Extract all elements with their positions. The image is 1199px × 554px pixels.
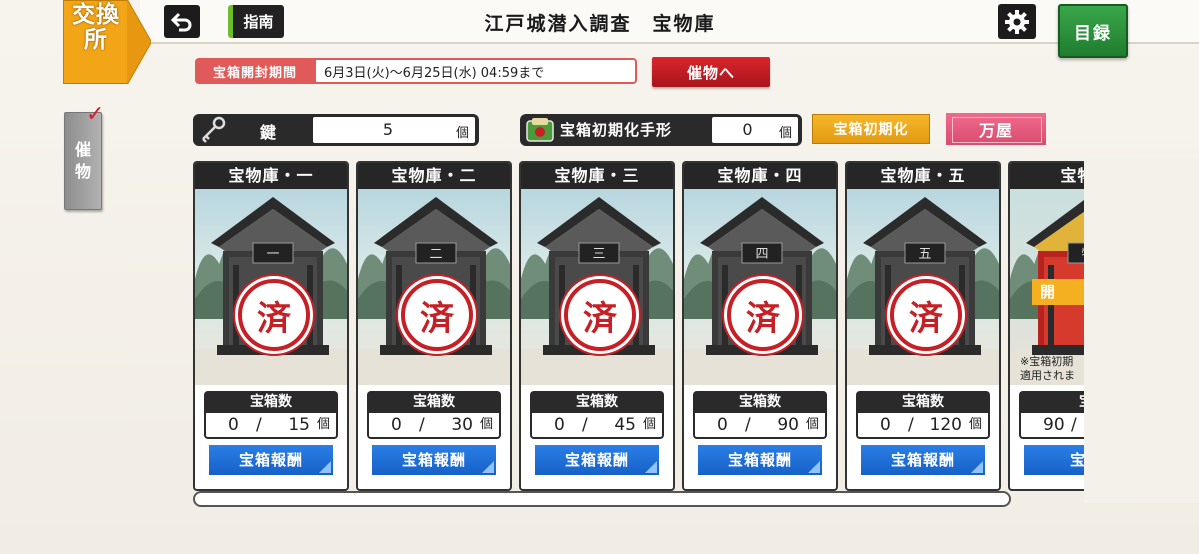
chest-count-label: 宝箱数 xyxy=(204,391,338,413)
chest-current: 90 xyxy=(1043,415,1065,435)
vault-scene: 二 済 xyxy=(358,189,510,385)
vault-scene: 一 済 xyxy=(195,189,347,385)
chest-reward-button[interactable]: 宝箱報酬 xyxy=(698,445,822,475)
vault-scrollbar[interactable] xyxy=(193,491,1011,507)
vault-note: ※宝箱初期 適用されま xyxy=(1020,355,1075,382)
chest-count-label: 宝箱数 xyxy=(693,391,827,413)
chest-current: 0 xyxy=(228,415,239,435)
vault-card-3: 宝物庫・三 三 済 宝箱数 0 / 45 個 宝箱報酬 xyxy=(519,161,675,491)
chest-reward-button[interactable]: 宝箱報酬 xyxy=(535,445,659,475)
chest-total: 30 xyxy=(451,415,473,435)
settings-button[interactable] xyxy=(998,4,1036,39)
vault-title: 宝物庫・五 xyxy=(847,163,999,189)
gear-icon xyxy=(1005,9,1029,34)
back-arrow-icon xyxy=(171,12,192,31)
svg-text:四: 四 xyxy=(755,247,768,262)
chest-total: 45 xyxy=(614,415,636,435)
chest-current: 0 xyxy=(880,415,891,435)
key-label: 鍵 xyxy=(260,123,277,142)
svg-text:三: 三 xyxy=(592,247,605,262)
exchange-label: 交換所 xyxy=(72,1,120,53)
ticket-unit: 個 xyxy=(779,126,793,141)
period-label: 宝箱開封期間 xyxy=(195,58,315,84)
completed-stamp: 済 xyxy=(564,279,636,351)
check-icon: ✓ xyxy=(86,102,105,127)
chest-count-label: 宝箱数 xyxy=(856,391,990,413)
vault-card-6: 宝物庫 特 開※宝箱初期 適用されま 宝 90 xyxy=(1008,161,1084,491)
chest-reward-button[interactable]: 宝箱 xyxy=(1024,445,1084,475)
chest-unit: 個 xyxy=(479,417,493,432)
vault-card-1: 宝物庫・一 一 済 宝箱数 0 / 15 個 宝箱報酬 xyxy=(193,161,349,491)
chest-total: 90 xyxy=(777,415,799,435)
chest-count: 0 / 30 個 xyxy=(367,413,501,439)
goto-event-button[interactable]: 催物へ xyxy=(652,57,770,87)
chest-count: 0 / 45 個 xyxy=(530,413,664,439)
vault-open-label: 開 xyxy=(1032,279,1084,305)
vault-card-5: 宝物庫・五 五 済 宝箱数 0 / 120 個 宝箱報酬 xyxy=(845,161,1001,491)
period-value: 6月3日(火)〜6月25日(水) 04:59まで xyxy=(314,58,637,84)
completed-stamp: 済 xyxy=(401,279,473,351)
chest-count-label: 宝 xyxy=(1019,391,1084,413)
chest-count: 0 / 15 個 xyxy=(204,413,338,439)
chest-current: 0 xyxy=(391,415,402,435)
chest-separator: / xyxy=(1071,415,1077,435)
vault-scene: 特 開※宝箱初期 適用されま xyxy=(1010,189,1084,385)
chest-count: 90 / xyxy=(1019,413,1084,439)
chest-reward-button[interactable]: 宝箱報酬 xyxy=(861,445,985,475)
shop-label: 万屋 xyxy=(978,121,1013,140)
key-value: 5 xyxy=(382,120,394,139)
page-title: 江戸城潜入調査 宝物庫 xyxy=(484,13,716,35)
svg-text:五: 五 xyxy=(918,247,931,262)
key-icon xyxy=(202,116,226,143)
back-button[interactable] xyxy=(164,5,200,38)
chest-separator: / xyxy=(908,415,914,435)
vault-scene: 三 済 xyxy=(521,189,673,385)
chest-reward-button[interactable]: 宝箱報酬 xyxy=(372,445,496,475)
chest-count: 0 / 120 個 xyxy=(856,413,990,439)
chest-unit: 個 xyxy=(968,417,982,432)
key-unit: 個 xyxy=(456,126,470,141)
svg-text:二: 二 xyxy=(429,247,442,262)
completed-stamp: 済 xyxy=(890,279,962,351)
vault-title: 宝物庫・二 xyxy=(358,163,510,189)
vault-title: 宝物庫・三 xyxy=(521,163,673,189)
chest-unit: 個 xyxy=(805,417,819,432)
chest-count: 0 / 90 個 xyxy=(693,413,827,439)
guide-button[interactable]: 指南 xyxy=(228,5,284,38)
chest-count-label: 宝箱数 xyxy=(367,391,501,413)
chest-unit: 個 xyxy=(642,417,656,432)
ticket-icon xyxy=(526,118,554,142)
side-tab-label-2: 物 xyxy=(74,162,91,181)
chest-total: 120 xyxy=(929,415,962,435)
catalog-button[interactable]: 目録 xyxy=(1058,4,1128,58)
vault-title: 宝物庫・一 xyxy=(195,163,347,189)
vault-scene: 四 済 xyxy=(684,189,836,385)
chest-separator: / xyxy=(256,415,262,435)
vault-list: 宝物庫・一 一 済 宝箱数 0 / 15 個 宝箱報酬 宝物庫・二 二 済 宝箱… xyxy=(190,158,1084,503)
vault-title: 宝物庫 xyxy=(1010,163,1084,189)
chest-separator: / xyxy=(419,415,425,435)
reset-chests-button[interactable]: 宝箱初期化 xyxy=(812,114,930,144)
chest-current: 0 xyxy=(717,415,728,435)
chest-total: 15 xyxy=(288,415,310,435)
chest-current: 0 xyxy=(554,415,565,435)
completed-stamp: 済 xyxy=(727,279,799,351)
vault-card-2: 宝物庫・二 二 済 宝箱数 0 / 30 個 宝箱報酬 xyxy=(356,161,512,491)
vault-card-4: 宝物庫・四 四 済 宝箱数 0 / 90 個 宝箱報酬 xyxy=(682,161,838,491)
ticket-value: 0 xyxy=(742,120,753,139)
shop-button[interactable]: 万屋 xyxy=(946,113,1046,145)
side-tab-label-1: 催 xyxy=(74,140,91,159)
chest-separator: / xyxy=(582,415,588,435)
vault-scene: 五 済 xyxy=(847,189,999,385)
chest-separator: / xyxy=(745,415,751,435)
right-margin xyxy=(1084,158,1199,503)
chest-count-label: 宝箱数 xyxy=(530,391,664,413)
ticket-label: 宝箱初期化手形 xyxy=(560,121,673,139)
vault-title: 宝物庫・四 xyxy=(684,163,836,189)
svg-text:一: 一 xyxy=(266,247,279,262)
chest-unit: 個 xyxy=(316,417,330,432)
completed-stamp: 済 xyxy=(238,279,310,351)
chest-reward-button[interactable]: 宝箱報酬 xyxy=(209,445,333,475)
